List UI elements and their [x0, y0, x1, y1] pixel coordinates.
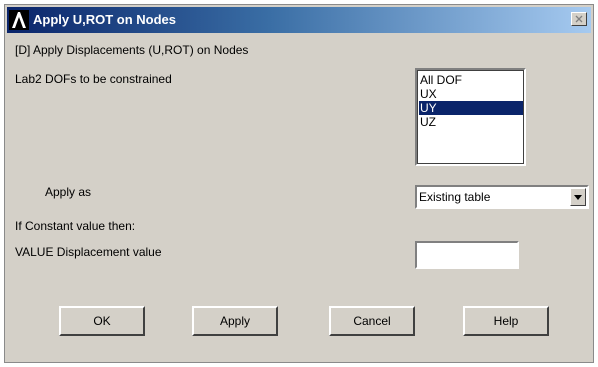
- apply-as-selected-value: Existing table: [419, 190, 491, 204]
- lab2-label: Lab2 DOFs to be constrained: [15, 72, 172, 86]
- help-button[interactable]: Help: [463, 306, 549, 336]
- list-item-uz[interactable]: UZ: [419, 115, 523, 129]
- list-item-all-dof[interactable]: All DOF: [419, 73, 523, 87]
- dialog-description: [D] Apply Displacements (U,ROT) on Nodes: [15, 43, 249, 57]
- ansys-logo-icon: [9, 10, 29, 30]
- apply-as-label: Apply as: [45, 185, 92, 199]
- ok-button[interactable]: OK: [59, 306, 145, 336]
- chevron-down-icon: [574, 195, 582, 200]
- close-button[interactable]: [571, 12, 587, 26]
- dropdown-button[interactable]: [570, 188, 586, 206]
- constant-value-note: If Constant value then:: [15, 219, 136, 233]
- close-icon: [575, 15, 583, 23]
- apply-as-dropdown[interactable]: Existing table: [415, 185, 589, 209]
- dof-listbox[interactable]: All DOF UX UY UZ: [415, 68, 526, 166]
- dialog-window: Apply U,ROT on Nodes [D] Apply Displacem…: [4, 4, 594, 363]
- title-bar[interactable]: Apply U,ROT on Nodes: [7, 7, 591, 33]
- apply-button[interactable]: Apply: [192, 306, 278, 336]
- list-item-uy[interactable]: UY: [419, 101, 523, 115]
- cancel-button[interactable]: Cancel: [329, 306, 415, 336]
- window-title: Apply U,ROT on Nodes: [33, 12, 176, 27]
- list-item-ux[interactable]: UX: [419, 87, 523, 101]
- value-label: VALUE Displacement value: [15, 245, 162, 259]
- displacement-value-input[interactable]: [415, 241, 519, 269]
